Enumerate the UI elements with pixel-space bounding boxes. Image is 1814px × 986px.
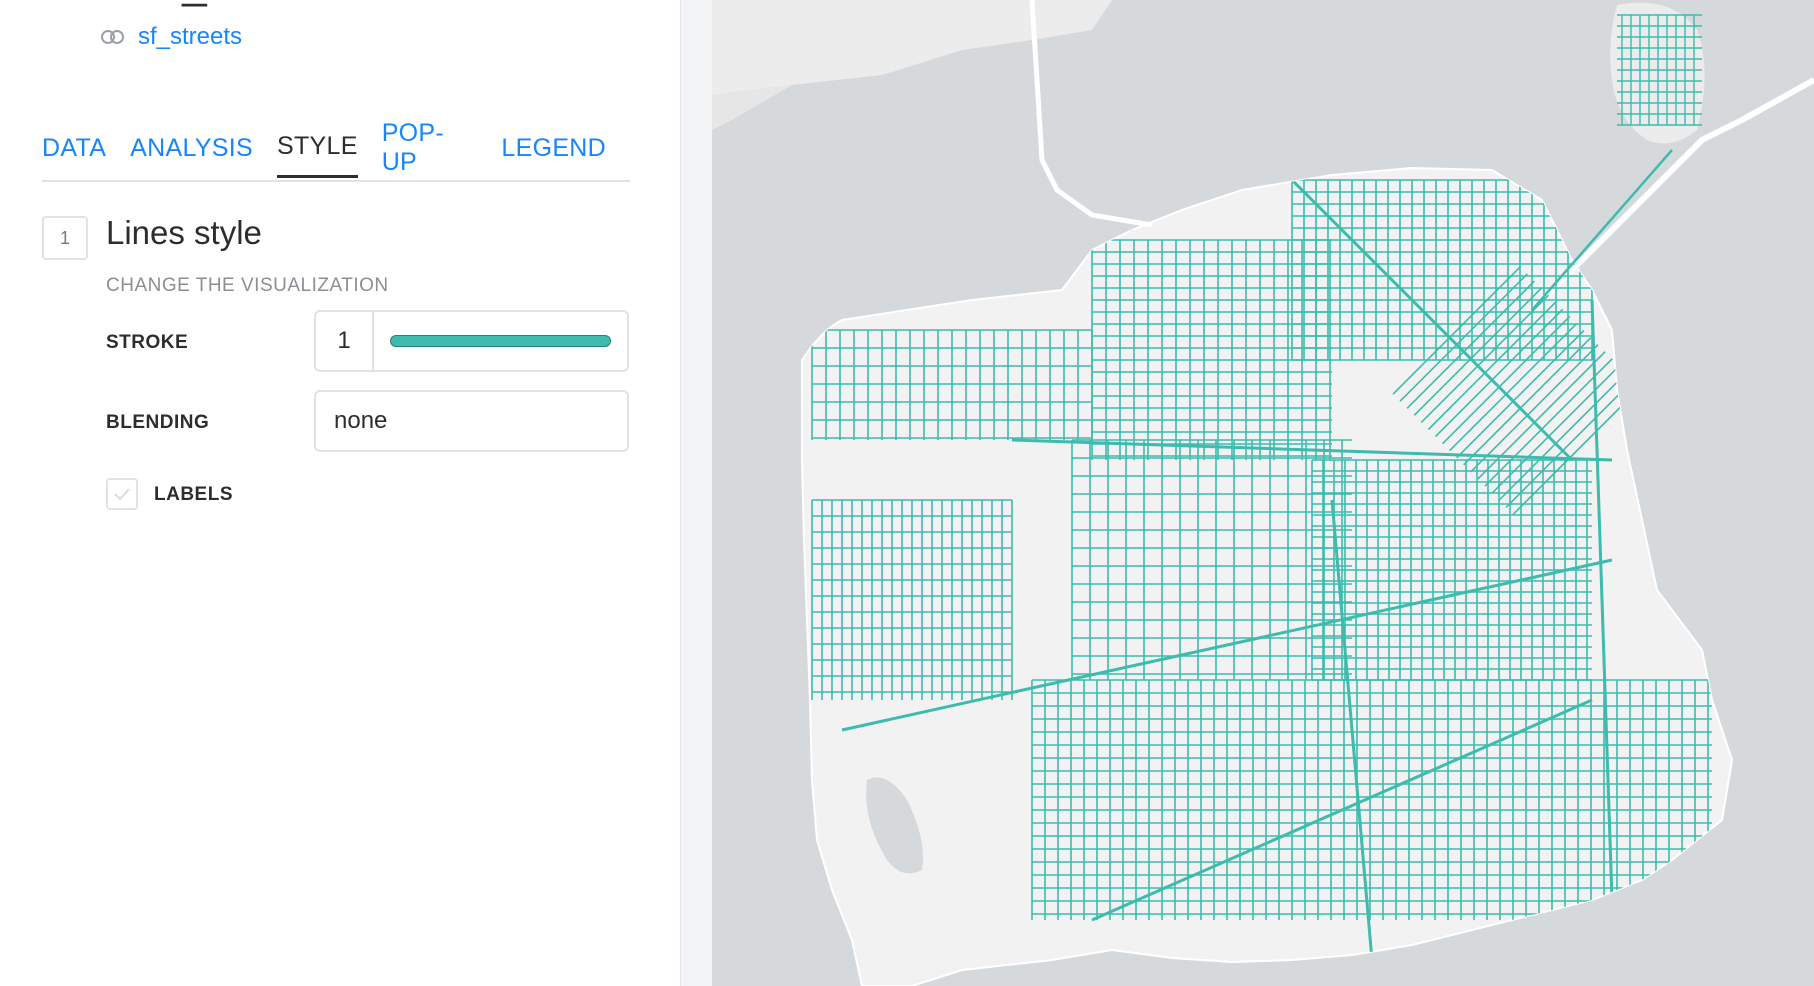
map-canvas[interactable] bbox=[712, 0, 1814, 986]
step-number-badge: 1 bbox=[42, 216, 88, 260]
tab-style[interactable]: STYLE bbox=[277, 118, 358, 178]
source-dataset-link[interactable]: sf_streets bbox=[138, 23, 242, 51]
blending-select[interactable]: none bbox=[314, 390, 629, 452]
layer-header: sf_streets bbox=[98, 0, 347, 9]
stroke-width-input[interactable]: 1 bbox=[316, 312, 374, 370]
tab-legend[interactable]: LEGEND bbox=[501, 118, 606, 178]
stroke-color-preview bbox=[390, 335, 611, 347]
layer-title[interactable]: sf_streets bbox=[146, 0, 347, 9]
section-subtitle: CHANGE THE VISUALIZATION bbox=[106, 275, 389, 296]
panel-resize-divider[interactable] bbox=[680, 0, 713, 986]
sidebar-panel: sf_streets sf_streets DATA ANALYSIS STYL… bbox=[0, 0, 680, 986]
labels-label: LABELS bbox=[154, 484, 233, 505]
section-title: Lines style bbox=[106, 214, 262, 251]
blending-label: BLENDING bbox=[106, 412, 210, 433]
sf-street-network-map bbox=[712, 0, 1814, 986]
stroke-color-picker[interactable] bbox=[374, 312, 627, 370]
stroke-control[interactable]: 1 bbox=[314, 310, 629, 372]
tab-analysis[interactable]: ANALYSIS bbox=[130, 118, 253, 178]
checkmark-icon bbox=[114, 488, 130, 501]
labels-checkbox[interactable] bbox=[106, 478, 138, 510]
tab-pop-up[interactable]: POP-UP bbox=[382, 118, 478, 178]
dataset-link-icon bbox=[101, 30, 124, 44]
layer-tabs: DATA ANALYSIS STYLE POP-UP LEGEND bbox=[42, 118, 630, 182]
layer-source[interactable]: sf_streets bbox=[100, 22, 242, 52]
tab-data[interactable]: DATA bbox=[42, 118, 106, 178]
stroke-label: STROKE bbox=[106, 332, 189, 353]
